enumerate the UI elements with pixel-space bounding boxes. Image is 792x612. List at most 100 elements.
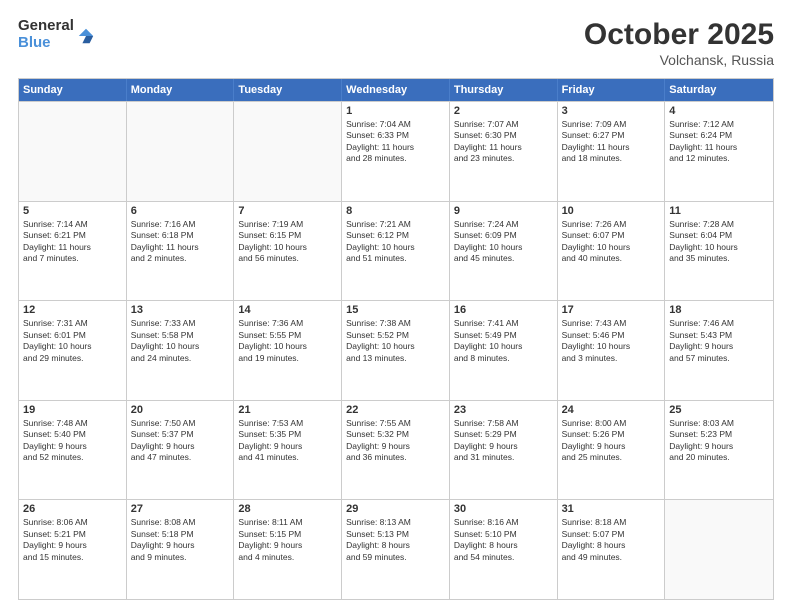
cell-day-number: 5 xyxy=(23,205,122,217)
calendar-cell: 20Sunrise: 7:50 AM Sunset: 5:37 PM Dayli… xyxy=(127,401,235,500)
calendar-cell: 25 Sunrise: 8:03 AM Sunset: 5:23 PM Dayli… xyxy=(665,401,773,500)
cell-day-number: 7 xyxy=(238,205,337,217)
cell-day-number: 12 xyxy=(23,304,122,316)
cell-day-number: 4 xyxy=(669,105,769,117)
calendar-cell: 8 Sunrise: 7:21 AM Sunset: 6:12 PM Daylig… xyxy=(342,202,450,301)
cell-day-number: 13 xyxy=(131,304,230,316)
cell-daylight-info: Sunrise: 7:33 AM Sunset: 5:58 PM Dayligh… xyxy=(131,318,230,364)
cell-daylight-info: Sunrise: 7:09 AM Sunset: 6:27 PM Dayligh… xyxy=(562,119,661,165)
calendar-cell: 31 Sunrise: 8:18 AM Sunset: 5:07 PM Dayli… xyxy=(558,500,666,599)
cell-day-number: 9 xyxy=(454,205,553,217)
calendar-cell xyxy=(234,102,342,201)
calendar-cell: 29Sunrise: 8:13 AM Sunset: 5:13 PM Dayli… xyxy=(342,500,450,599)
calendar-cell: 23Sunrise: 7:58 AM Sunset: 5:29 PM Dayli… xyxy=(450,401,558,500)
calendar: SundayMondayTuesdayWednesdayThursdayFrid… xyxy=(18,78,774,600)
calendar-cell xyxy=(19,102,127,201)
logo-blue: Blue xyxy=(18,35,74,52)
month-title: October 2025 xyxy=(584,18,774,52)
weekday-header: Thursday xyxy=(450,79,558,101)
cell-day-number: 24 xyxy=(562,404,661,416)
weekday-header: Monday xyxy=(127,79,235,101)
calendar-cell: 6Sunrise: 7:16 AM Sunset: 6:18 PM Daylig… xyxy=(127,202,235,301)
weekday-header: Sunday xyxy=(19,79,127,101)
calendar-body: 1Sunrise: 7:04 AM Sunset: 6:33 PM Daylig… xyxy=(19,101,773,599)
cell-day-number: 11 xyxy=(669,205,769,217)
cell-daylight-info: Sunrise: 7:07 AM Sunset: 6:30 PM Dayligh… xyxy=(454,119,553,165)
cell-day-number: 28 xyxy=(238,503,337,515)
calendar-cell: 19 Sunrise: 7:48 AM Sunset: 5:40 PM Dayli… xyxy=(19,401,127,500)
cell-daylight-info: Sunrise: 8:11 AM Sunset: 5:15 PM Dayligh… xyxy=(238,517,337,563)
cell-daylight-info: Sunrise: 7:28 AM Sunset: 6:04 PM Dayligh… xyxy=(669,219,769,265)
cell-day-number: 16 xyxy=(454,304,553,316)
calendar-cell xyxy=(665,500,773,599)
cell-day-number: 8 xyxy=(346,205,445,217)
weekday-header: Wednesday xyxy=(342,79,450,101)
cell-day-number: 10 xyxy=(562,205,661,217)
calendar-cell: 11 Sunrise: 7:28 AM Sunset: 6:04 PM Dayli… xyxy=(665,202,773,301)
calendar-cell: 2 Sunrise: 7:07 AM Sunset: 6:30 PM Daylig… xyxy=(450,102,558,201)
cell-day-number: 25 xyxy=(669,404,769,416)
calendar-row: 19 Sunrise: 7:48 AM Sunset: 5:40 PM Dayli… xyxy=(19,400,773,500)
logo-icon xyxy=(77,27,95,45)
cell-daylight-info: Sunrise: 7:16 AM Sunset: 6:18 PM Dayligh… xyxy=(131,219,230,265)
weekday-header: Tuesday xyxy=(234,79,342,101)
cell-day-number: 27 xyxy=(131,503,230,515)
title-block: October 2025 Volchansk, Russia xyxy=(584,18,774,68)
calendar-cell: 5 Sunrise: 7:14 AM Sunset: 6:21 PM Daylig… xyxy=(19,202,127,301)
cell-daylight-info: Sunrise: 7:50 AM Sunset: 5:37 PM Dayligh… xyxy=(131,418,230,464)
cell-daylight-info: Sunrise: 7:36 AM Sunset: 5:55 PM Dayligh… xyxy=(238,318,337,364)
cell-daylight-info: Sunrise: 7:24 AM Sunset: 6:09 PM Dayligh… xyxy=(454,219,553,265)
cell-day-number: 19 xyxy=(23,404,122,416)
calendar-row: 12 Sunrise: 7:31 AM Sunset: 6:01 PM Dayli… xyxy=(19,300,773,400)
calendar-cell xyxy=(127,102,235,201)
weekday-header: Saturday xyxy=(665,79,773,101)
logo: General Blue xyxy=(18,18,95,51)
cell-daylight-info: Sunrise: 7:04 AM Sunset: 6:33 PM Dayligh… xyxy=(346,119,445,165)
weekday-header: Friday xyxy=(558,79,666,101)
calendar-cell: 16 Sunrise: 7:41 AM Sunset: 5:49 PM Dayli… xyxy=(450,301,558,400)
calendar-cell: 9 Sunrise: 7:24 AM Sunset: 6:09 PM Daylig… xyxy=(450,202,558,301)
cell-daylight-info: Sunrise: 7:48 AM Sunset: 5:40 PM Dayligh… xyxy=(23,418,122,464)
cell-daylight-info: Sunrise: 8:00 AM Sunset: 5:26 PM Dayligh… xyxy=(562,418,661,464)
calendar-cell: 13 Sunrise: 7:33 AM Sunset: 5:58 PM Dayli… xyxy=(127,301,235,400)
cell-daylight-info: Sunrise: 7:21 AM Sunset: 6:12 PM Dayligh… xyxy=(346,219,445,265)
cell-day-number: 30 xyxy=(454,503,553,515)
calendar-cell: 28 Sunrise: 8:11 AM Sunset: 5:15 PM Dayli… xyxy=(234,500,342,599)
cell-day-number: 3 xyxy=(562,105,661,117)
calendar-row: 5 Sunrise: 7:14 AM Sunset: 6:21 PM Daylig… xyxy=(19,201,773,301)
calendar-cell: 3 Sunrise: 7:09 AM Sunset: 6:27 PM Daylig… xyxy=(558,102,666,201)
calendar-cell: 27 Sunrise: 8:08 AM Sunset: 5:18 PM Dayli… xyxy=(127,500,235,599)
calendar-cell: 18Sunrise: 7:46 AM Sunset: 5:43 PM Dayli… xyxy=(665,301,773,400)
calendar-cell: 4Sunrise: 7:12 AM Sunset: 6:24 PM Daylig… xyxy=(665,102,773,201)
calendar-cell: 22Sunrise: 7:55 AM Sunset: 5:32 PM Dayli… xyxy=(342,401,450,500)
cell-daylight-info: Sunrise: 7:53 AM Sunset: 5:35 PM Dayligh… xyxy=(238,418,337,464)
cell-daylight-info: Sunrise: 8:06 AM Sunset: 5:21 PM Dayligh… xyxy=(23,517,122,563)
cell-daylight-info: Sunrise: 7:46 AM Sunset: 5:43 PM Dayligh… xyxy=(669,318,769,364)
calendar-cell: 12 Sunrise: 7:31 AM Sunset: 6:01 PM Dayli… xyxy=(19,301,127,400)
cell-daylight-info: Sunrise: 7:14 AM Sunset: 6:21 PM Dayligh… xyxy=(23,219,122,265)
cell-day-number: 17 xyxy=(562,304,661,316)
calendar-cell: 7Sunrise: 7:19 AM Sunset: 6:15 PM Daylig… xyxy=(234,202,342,301)
calendar-cell: 15 Sunrise: 7:38 AM Sunset: 5:52 PM Dayli… xyxy=(342,301,450,400)
location-title: Volchansk, Russia xyxy=(584,52,774,68)
cell-daylight-info: Sunrise: 7:41 AM Sunset: 5:49 PM Dayligh… xyxy=(454,318,553,364)
cell-daylight-info: Sunrise: 8:18 AM Sunset: 5:07 PM Dayligh… xyxy=(562,517,661,563)
cell-daylight-info: Sunrise: 7:55 AM Sunset: 5:32 PM Dayligh… xyxy=(346,418,445,464)
calendar-cell: 1Sunrise: 7:04 AM Sunset: 6:33 PM Daylig… xyxy=(342,102,450,201)
cell-daylight-info: Sunrise: 7:38 AM Sunset: 5:52 PM Dayligh… xyxy=(346,318,445,364)
cell-daylight-info: Sunrise: 7:31 AM Sunset: 6:01 PM Dayligh… xyxy=(23,318,122,364)
cell-daylight-info: Sunrise: 8:03 AM Sunset: 5:23 PM Dayligh… xyxy=(669,418,769,464)
cell-day-number: 2 xyxy=(454,105,553,117)
calendar-cell: 30Sunrise: 8:16 AM Sunset: 5:10 PM Dayli… xyxy=(450,500,558,599)
calendar-cell: 10 Sunrise: 7:26 AM Sunset: 6:07 PM Dayli… xyxy=(558,202,666,301)
cell-day-number: 14 xyxy=(238,304,337,316)
cell-day-number: 15 xyxy=(346,304,445,316)
logo-general: General xyxy=(18,18,74,35)
cell-day-number: 31 xyxy=(562,503,661,515)
cell-daylight-info: Sunrise: 8:08 AM Sunset: 5:18 PM Dayligh… xyxy=(131,517,230,563)
calendar-cell: 14 Sunrise: 7:36 AM Sunset: 5:55 PM Dayli… xyxy=(234,301,342,400)
calendar-row: 1Sunrise: 7:04 AM Sunset: 6:33 PM Daylig… xyxy=(19,101,773,201)
cell-day-number: 29 xyxy=(346,503,445,515)
cell-daylight-info: Sunrise: 7:26 AM Sunset: 6:07 PM Dayligh… xyxy=(562,219,661,265)
calendar-cell: 17Sunrise: 7:43 AM Sunset: 5:46 PM Dayli… xyxy=(558,301,666,400)
